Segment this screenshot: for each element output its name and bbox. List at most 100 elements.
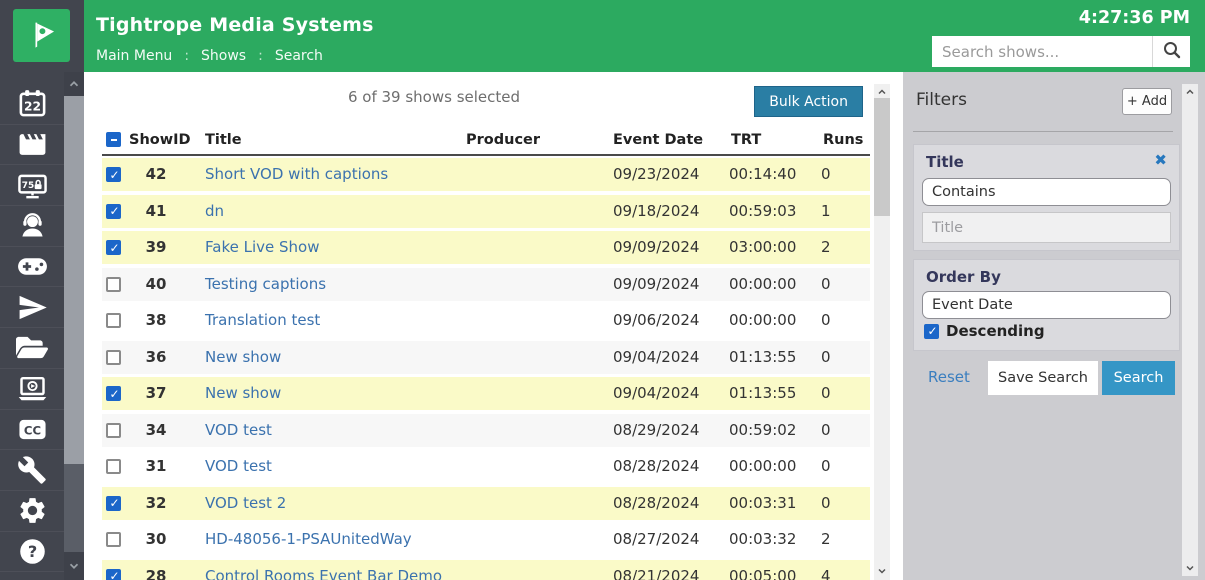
breadcrumb-main-menu[interactable]: Main Menu [96, 48, 172, 64]
app-window: Tightrope Media Systems Main Menu:Shows:… [0, 0, 1205, 580]
breadcrumb-shows[interactable]: Shows [201, 48, 246, 64]
trt-cell: 00:14:40 [729, 158, 796, 191]
show-id: 42 [130, 158, 182, 191]
sidebar-menu: 22 75 [0, 84, 64, 580]
row-checkbox[interactable] [106, 204, 121, 219]
trt-cell: 00:00:00 [729, 450, 796, 483]
show-title-link[interactable]: Control Rooms Event Bar Demo [205, 560, 442, 580]
table-scrollbar-thumb[interactable] [874, 98, 890, 216]
breadcrumb-separator: : [184, 48, 189, 64]
scroll-up-icon[interactable] [875, 85, 889, 99]
sidebar-scrollbar[interactable] [64, 72, 84, 580]
filters-scrollbar[interactable] [1182, 84, 1198, 576]
save-search-button[interactable]: Save Search [988, 361, 1098, 395]
sidebar-item-settings[interactable] [0, 491, 64, 532]
filter-search-button[interactable]: Search [1102, 361, 1175, 395]
show-id: 32 [130, 487, 182, 520]
col-header-event-date[interactable]: Event Date [613, 127, 703, 154]
scroll-up-icon[interactable] [64, 72, 84, 96]
row-checkbox[interactable] [106, 459, 121, 474]
scroll-down-icon[interactable] [64, 552, 84, 580]
show-title-link[interactable]: VOD test [205, 414, 272, 447]
col-header-trt[interactable]: TRT [731, 127, 761, 154]
breadcrumb: Main Menu:Shows:Search [96, 48, 323, 64]
gear-icon [17, 495, 48, 526]
magnifier-icon [1161, 39, 1183, 65]
show-title-link[interactable]: Translation test [205, 304, 320, 337]
row-checkbox[interactable] [106, 350, 121, 365]
sidebar-item-channel[interactable]: 75 [0, 165, 64, 206]
laptop-play-icon [16, 372, 49, 405]
search-submit-button[interactable] [1152, 36, 1190, 67]
sidebar-item-player[interactable] [0, 369, 64, 410]
trt-cell: 00:59:02 [729, 414, 796, 447]
col-header-title[interactable]: Title [205, 127, 242, 154]
event-date-cell: 09/06/2024 [613, 304, 699, 337]
table-scrollbar[interactable] [874, 84, 890, 580]
row-checkbox[interactable] [106, 386, 121, 401]
row-checkbox[interactable] [106, 423, 121, 438]
order-by-select[interactable]: Event Date [922, 291, 1171, 319]
show-id: 41 [130, 195, 182, 228]
row-checkbox[interactable] [106, 167, 121, 182]
select-all-checkbox[interactable] [106, 132, 121, 147]
show-title-link[interactable]: VOD test [205, 450, 272, 483]
row-checkbox[interactable] [106, 313, 121, 328]
col-header-producer[interactable]: Producer [466, 127, 540, 154]
show-title-link[interactable]: Testing captions [205, 268, 326, 301]
row-checkbox[interactable] [106, 240, 121, 255]
row-checkbox[interactable] [106, 532, 121, 547]
show-title-link[interactable]: Fake Live Show [205, 231, 319, 264]
show-title-link[interactable]: New show [205, 341, 281, 374]
sidebar-item-send[interactable] [0, 287, 64, 328]
sidebar-item-shows[interactable] [0, 125, 64, 166]
bulk-action-button[interactable]: Bulk Action [754, 86, 863, 117]
sidebar: 22 75 [0, 0, 84, 580]
sidebar-item-files[interactable] [0, 328, 64, 369]
sidebar-item-support[interactable] [0, 206, 64, 247]
svg-text:?: ? [27, 542, 36, 561]
show-title-link[interactable]: New show [205, 377, 281, 410]
reset-link[interactable]: Reset [928, 368, 970, 386]
scroll-down-icon[interactable] [875, 564, 889, 578]
search-input[interactable] [932, 36, 1152, 67]
descending-checkbox[interactable] [924, 324, 939, 339]
trt-cell: 01:13:55 [729, 377, 796, 410]
runs-cell: 0 [821, 414, 831, 447]
sidebar-scrollbar-thumb[interactable] [64, 96, 84, 464]
row-checkbox[interactable] [106, 569, 121, 580]
show-id: 31 [130, 450, 182, 483]
calendar-icon: 22 [17, 88, 48, 119]
breadcrumb-search[interactable]: Search [275, 48, 323, 64]
show-title-link[interactable]: VOD test 2 [205, 487, 286, 520]
wrench-icon [17, 455, 47, 485]
send-icon [17, 292, 48, 323]
table-row: 39 Fake Live Show 09/09/2024 03:00:00 2 [102, 231, 870, 264]
add-filter-button[interactable]: + Add [1122, 88, 1172, 115]
title-filter-input[interactable] [922, 212, 1171, 243]
row-checkbox[interactable] [106, 277, 121, 292]
sidebar-item-schedule[interactable]: 22 [0, 84, 64, 125]
event-date-cell: 09/23/2024 [613, 158, 699, 191]
remove-filter-icon[interactable]: ✖ [1154, 151, 1167, 169]
app-logo[interactable] [13, 9, 70, 62]
scroll-up-icon[interactable] [1183, 85, 1197, 99]
show-title-link[interactable]: Short VOD with captions [205, 158, 388, 191]
col-header-runs[interactable]: Runs [823, 127, 863, 154]
trt-cell: 01:13:55 [729, 341, 796, 374]
svg-text:75: 75 [21, 181, 33, 191]
show-title-link[interactable]: dn [205, 195, 224, 228]
show-title-link[interactable]: HD-48056-1-PSAUnitedWay [205, 523, 412, 556]
title-operator-select[interactable]: Contains [922, 178, 1171, 206]
sidebar-item-more[interactable] [0, 572, 64, 580]
filter-card-title: Title ✖ Contains [913, 144, 1180, 251]
sidebar-item-games[interactable] [0, 247, 64, 288]
sidebar-item-help[interactable]: ? [0, 532, 64, 573]
scroll-down-icon[interactable] [1183, 561, 1197, 575]
col-header-showid[interactable]: ShowID [129, 127, 191, 154]
sidebar-item-captions[interactable]: CC [0, 410, 64, 451]
sidebar-item-tools[interactable] [0, 450, 64, 491]
table-row: 42 Short VOD with captions 09/23/2024 00… [102, 158, 870, 191]
row-checkbox[interactable] [106, 496, 121, 511]
game-controller-icon [16, 250, 49, 283]
